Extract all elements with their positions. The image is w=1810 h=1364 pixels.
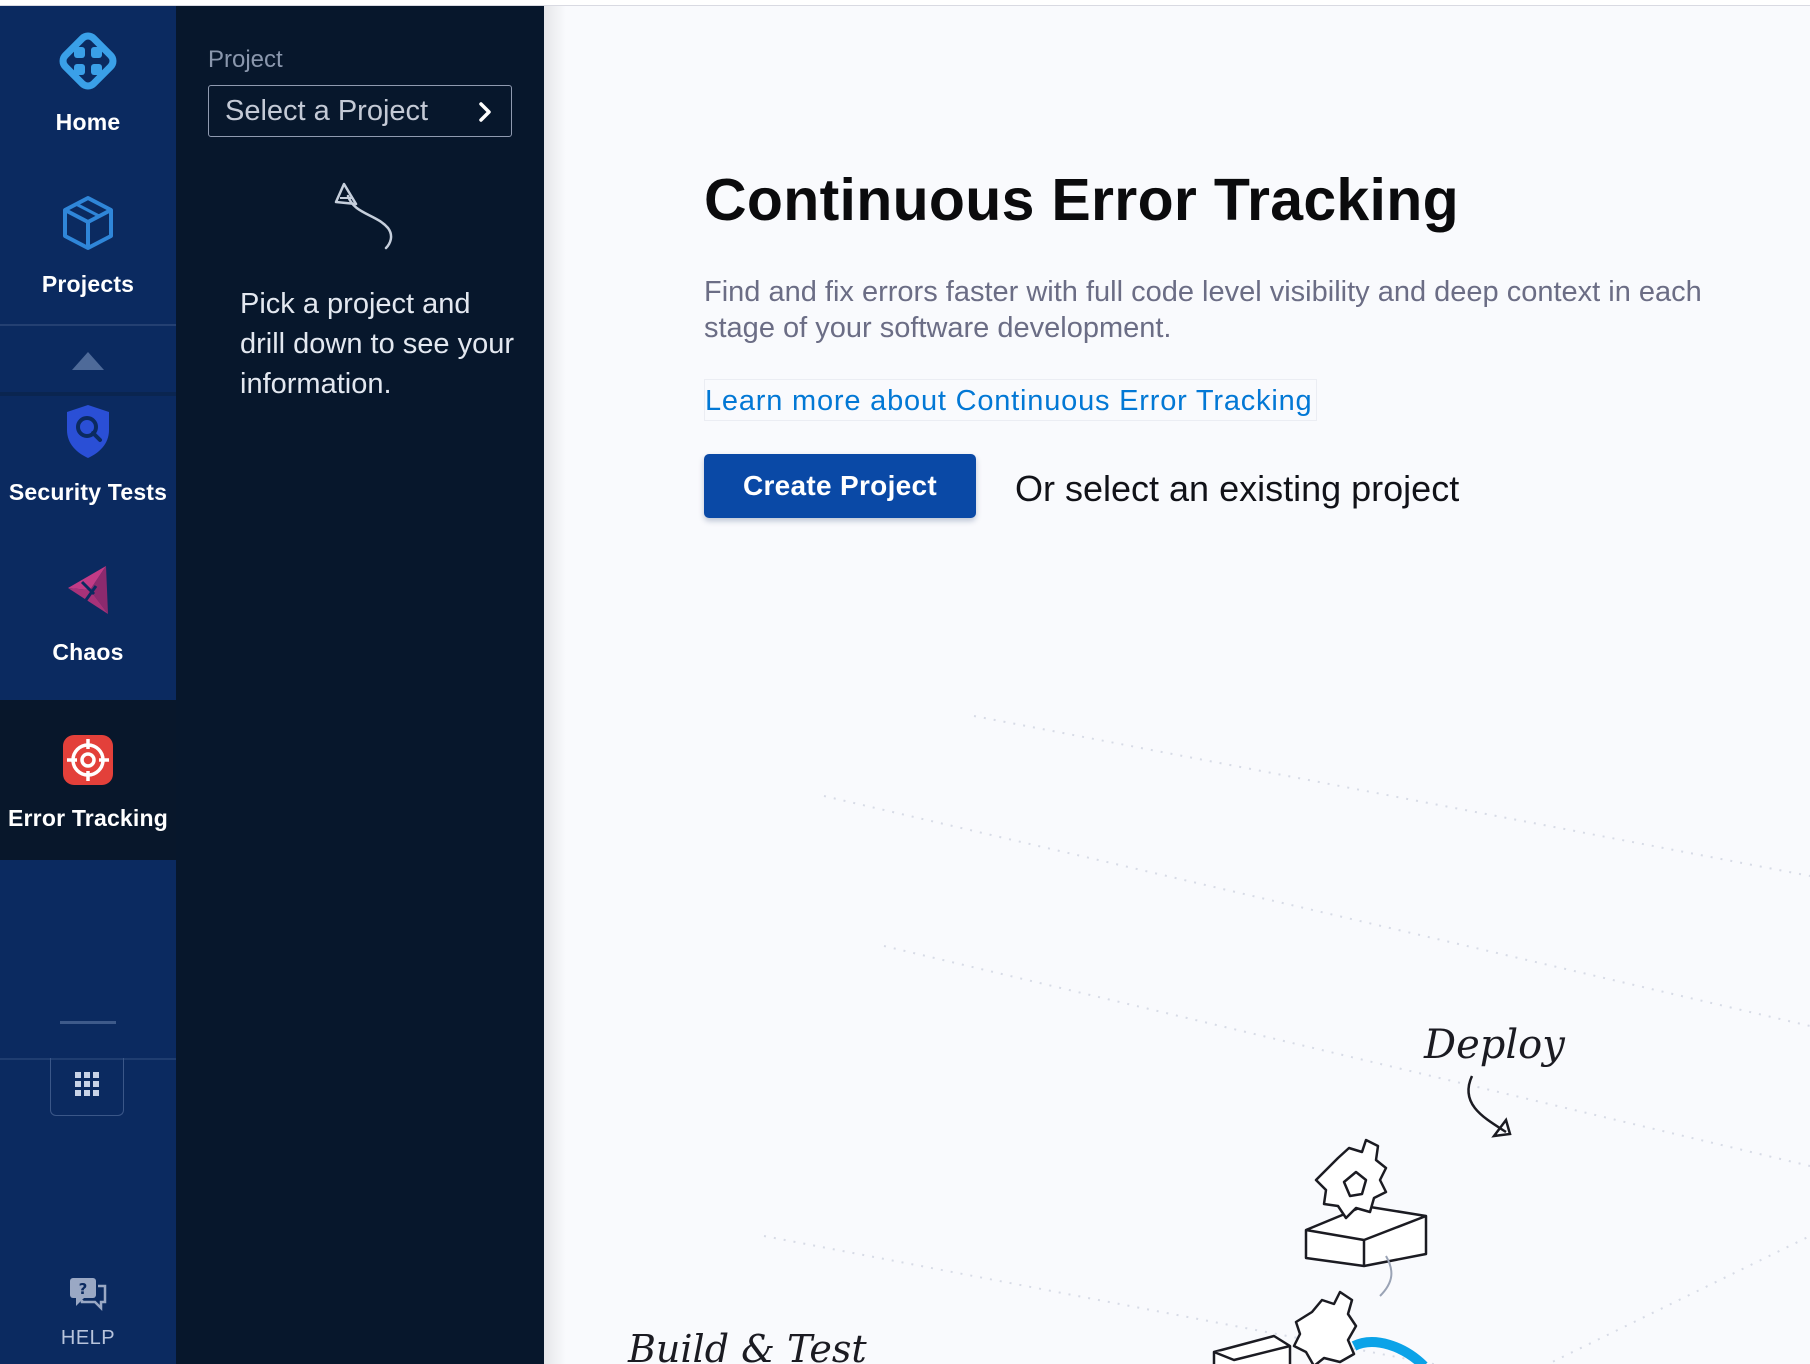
page-description: Find and fix errors faster with full cod… [704, 276, 1702, 344]
nav-label: Chaos [52, 639, 124, 665]
nav-item-security-tests[interactable]: Security Tests [0, 402, 176, 506]
nav-rail: Home Projects Security Tests Chaos Error… [0, 6, 176, 1364]
page-title: Continuous Error Tracking [704, 167, 1459, 233]
project-hint: Pick a project and drill down to see you… [240, 288, 515, 400]
or-select-text: Or select an existing project [1015, 468, 1460, 509]
nav-label: Projects [41, 271, 135, 297]
cube-icon [61, 194, 115, 257]
nav-item-home[interactable]: Home [0, 32, 176, 136]
shield-icon [62, 402, 114, 465]
collapse-area [0, 326, 176, 392]
nav-item-chaos[interactable]: Chaos [0, 560, 176, 666]
arrow-doodle-icon [326, 174, 406, 269]
target-icon [62, 734, 114, 791]
help-button[interactable]: ? HELP [0, 1276, 176, 1350]
grid-icon [75, 1072, 99, 1101]
learn-more-link[interactable]: Learn more about Continuous Error Tracki… [704, 379, 1318, 421]
nav-divider [60, 1021, 116, 1024]
project-select[interactable]: Select a Project [208, 85, 512, 137]
pipeline-illustration: Deploy Build & Test [627, 715, 1810, 1364]
help-label: HELP [60, 1327, 116, 1349]
create-project-button[interactable]: Create Project [704, 454, 976, 518]
project-panel: Project Select a Project Pick a project … [176, 6, 544, 1364]
nav-item-error-tracking[interactable]: Error Tracking [0, 700, 176, 860]
collapse-up-icon[interactable] [72, 352, 104, 370]
svg-text:?: ? [79, 1280, 88, 1298]
nav-item-projects[interactable]: Projects [0, 194, 176, 298]
nav-label: Security Tests [8, 479, 168, 505]
nav-label: Home [55, 109, 121, 135]
project-select-value: Select a Project [225, 94, 429, 127]
main-content: Continuous Error Tracking Find and fix e… [544, 6, 1810, 1364]
all-modules-button[interactable] [50, 1058, 124, 1116]
deploy-label: Deploy [1423, 1022, 1566, 1068]
nav-label: Error Tracking [7, 805, 169, 831]
nav-divider [0, 392, 176, 396]
chaos-icon [60, 560, 116, 625]
help-chat-icon: ? [68, 1276, 108, 1317]
chevron-right-icon [475, 99, 495, 123]
project-label: Project [208, 46, 283, 73]
harness-logo-icon [59, 32, 117, 95]
build-test-label: Build & Test [627, 1327, 867, 1364]
